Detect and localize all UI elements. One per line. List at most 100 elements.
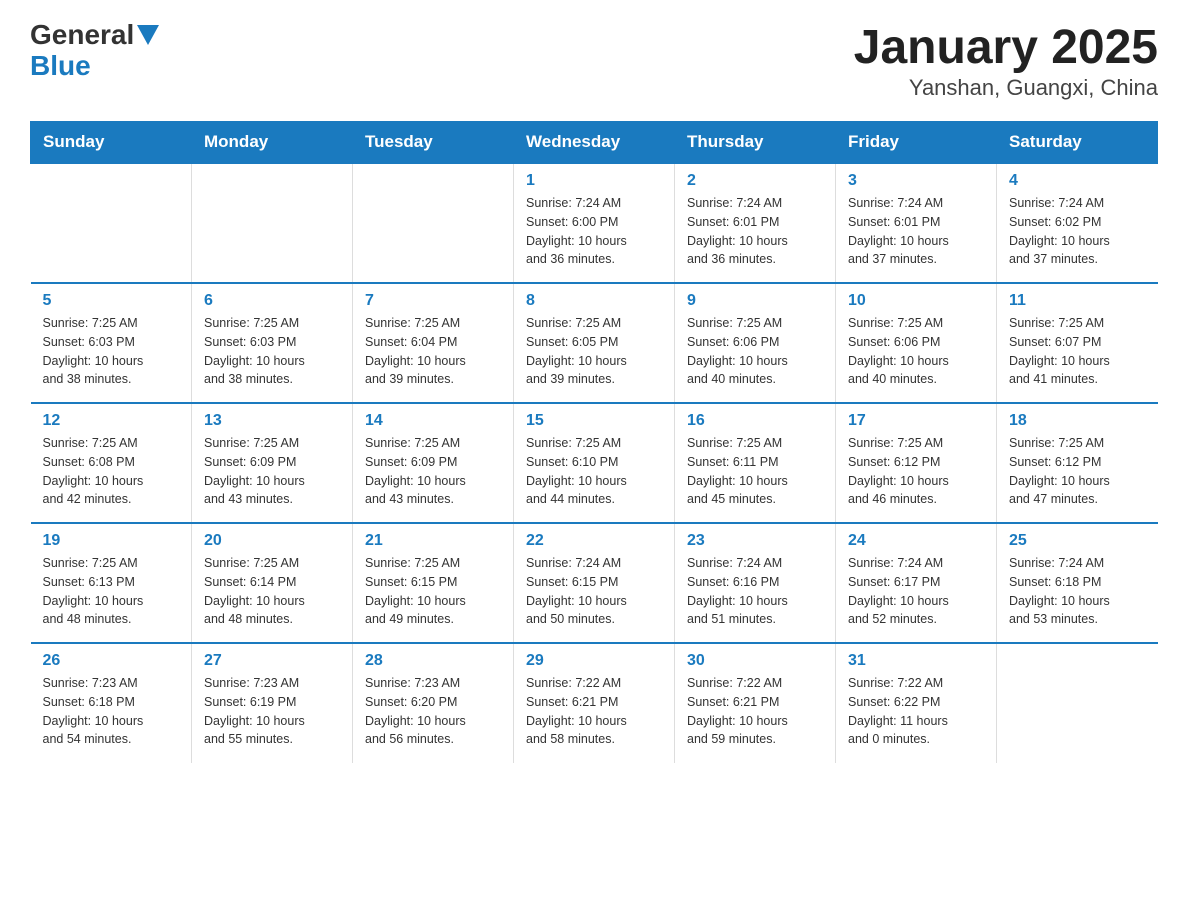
logo-triangle-icon — [137, 25, 159, 45]
calendar-week-2: 5Sunrise: 7:25 AM Sunset: 6:03 PM Daylig… — [31, 283, 1158, 403]
calendar-cell — [31, 163, 192, 283]
day-info: Sunrise: 7:25 AM Sunset: 6:12 PM Dayligh… — [1009, 434, 1146, 509]
calendar-week-1: 1 Sunrise: 7:24 AM Sunset: 6:00 PM Daylig… — [31, 163, 1158, 283]
calendar-week-5: 26Sunrise: 7:23 AM Sunset: 6:18 PM Dayli… — [31, 643, 1158, 763]
day-info: Sunrise: 7:25 AM Sunset: 6:07 PM Dayligh… — [1009, 314, 1146, 389]
day-info: Sunrise: 7:24 AM Sunset: 6:17 PM Dayligh… — [848, 554, 984, 629]
calendar-cell: 14Sunrise: 7:25 AM Sunset: 6:09 PM Dayli… — [353, 403, 514, 523]
day-number: 2 — [687, 172, 823, 190]
calendar-cell: 6 Sunrise: 7:25 AM Sunset: 6:03 PM Daylig… — [192, 283, 353, 403]
day-header-sunday: Sunday — [31, 122, 192, 164]
day-number: 25 — [1009, 532, 1146, 550]
day-number: 17 — [848, 412, 984, 430]
day-header-monday: Monday — [192, 122, 353, 164]
day-number: 6 — [204, 292, 340, 310]
day-header-row: SundayMondayTuesdayWednesdayThursdayFrid… — [31, 122, 1158, 164]
day-info: Sunrise: 7:25 AM Sunset: 6:14 PM Dayligh… — [204, 554, 340, 629]
day-info: Sunrise: 7:24 AM Sunset: 6:16 PM Dayligh… — [687, 554, 823, 629]
day-number: 15 — [526, 412, 662, 430]
calendar-cell: 29 Sunrise: 7:22 AM Sunset: 6:21 PM Dayli… — [514, 643, 675, 763]
day-header-saturday: Saturday — [997, 122, 1158, 164]
calendar-week-4: 19 Sunrise: 7:25 AM Sunset: 6:13 PM Dayli… — [31, 523, 1158, 643]
day-info: Sunrise: 7:25 AM Sunset: 6:06 PM Dayligh… — [848, 314, 984, 389]
day-number: 11 — [1009, 292, 1146, 310]
calendar-cell: 19 Sunrise: 7:25 AM Sunset: 6:13 PM Dayli… — [31, 523, 192, 643]
day-number: 13 — [204, 412, 340, 430]
day-number: 22 — [526, 532, 662, 550]
day-info: Sunrise: 7:24 AM Sunset: 6:02 PM Dayligh… — [1009, 194, 1146, 269]
calendar-cell: 20 Sunrise: 7:25 AM Sunset: 6:14 PM Dayli… — [192, 523, 353, 643]
day-header-wednesday: Wednesday — [514, 122, 675, 164]
day-number: 31 — [848, 652, 984, 670]
calendar-cell: 26Sunrise: 7:23 AM Sunset: 6:18 PM Dayli… — [31, 643, 192, 763]
day-number: 28 — [365, 652, 501, 670]
day-info: Sunrise: 7:25 AM Sunset: 6:13 PM Dayligh… — [43, 554, 180, 629]
day-number: 16 — [687, 412, 823, 430]
day-number: 3 — [848, 172, 984, 190]
day-number: 10 — [848, 292, 984, 310]
calendar-cell: 25 Sunrise: 7:24 AM Sunset: 6:18 PM Dayli… — [997, 523, 1158, 643]
calendar-cell: 31 Sunrise: 7:22 AM Sunset: 6:22 PM Dayli… — [836, 643, 997, 763]
calendar-cell: 18Sunrise: 7:25 AM Sunset: 6:12 PM Dayli… — [997, 403, 1158, 523]
day-info: Sunrise: 7:22 AM Sunset: 6:22 PM Dayligh… — [848, 674, 984, 749]
calendar-cell: 5Sunrise: 7:25 AM Sunset: 6:03 PM Daylig… — [31, 283, 192, 403]
day-number: 26 — [43, 652, 180, 670]
day-number: 4 — [1009, 172, 1146, 190]
calendar-cell: 23 Sunrise: 7:24 AM Sunset: 6:16 PM Dayli… — [675, 523, 836, 643]
calendar-cell — [192, 163, 353, 283]
calendar-cell: 27Sunrise: 7:23 AM Sunset: 6:19 PM Dayli… — [192, 643, 353, 763]
calendar-header: SundayMondayTuesdayWednesdayThursdayFrid… — [31, 122, 1158, 164]
day-number: 7 — [365, 292, 501, 310]
day-number: 1 — [526, 172, 662, 190]
calendar-cell — [353, 163, 514, 283]
calendar-cell: 28 Sunrise: 7:23 AM Sunset: 6:20 PM Dayli… — [353, 643, 514, 763]
day-info: Sunrise: 7:24 AM Sunset: 6:00 PM Dayligh… — [526, 194, 662, 269]
logo-general: General — [30, 20, 134, 51]
calendar-cell: 30Sunrise: 7:22 AM Sunset: 6:21 PM Dayli… — [675, 643, 836, 763]
day-number: 9 — [687, 292, 823, 310]
calendar-cell: 17Sunrise: 7:25 AM Sunset: 6:12 PM Dayli… — [836, 403, 997, 523]
calendar-cell: 11 Sunrise: 7:25 AM Sunset: 6:07 PM Dayli… — [997, 283, 1158, 403]
day-number: 30 — [687, 652, 823, 670]
day-number: 19 — [43, 532, 180, 550]
day-info: Sunrise: 7:25 AM Sunset: 6:09 PM Dayligh… — [204, 434, 340, 509]
day-info: Sunrise: 7:24 AM Sunset: 6:18 PM Dayligh… — [1009, 554, 1146, 629]
day-header-tuesday: Tuesday — [353, 122, 514, 164]
calendar-cell: 16 Sunrise: 7:25 AM Sunset: 6:11 PM Dayli… — [675, 403, 836, 523]
logo: General Blue — [30, 20, 159, 82]
day-number: 23 — [687, 532, 823, 550]
calendar-cell: 24 Sunrise: 7:24 AM Sunset: 6:17 PM Dayli… — [836, 523, 997, 643]
calendar-title: January 2025 — [854, 20, 1158, 75]
calendar-cell: 15Sunrise: 7:25 AM Sunset: 6:10 PM Dayli… — [514, 403, 675, 523]
day-number: 14 — [365, 412, 501, 430]
day-info: Sunrise: 7:24 AM Sunset: 6:01 PM Dayligh… — [848, 194, 984, 269]
day-info: Sunrise: 7:25 AM Sunset: 6:04 PM Dayligh… — [365, 314, 501, 389]
calendar-cell: 12Sunrise: 7:25 AM Sunset: 6:08 PM Dayli… — [31, 403, 192, 523]
day-info: Sunrise: 7:25 AM Sunset: 6:11 PM Dayligh… — [687, 434, 823, 509]
day-info: Sunrise: 7:22 AM Sunset: 6:21 PM Dayligh… — [526, 674, 662, 749]
calendar-cell: 10 Sunrise: 7:25 AM Sunset: 6:06 PM Dayli… — [836, 283, 997, 403]
day-info: Sunrise: 7:23 AM Sunset: 6:20 PM Dayligh… — [365, 674, 501, 749]
day-info: Sunrise: 7:25 AM Sunset: 6:05 PM Dayligh… — [526, 314, 662, 389]
page-header: General Blue January 2025 Yanshan, Guang… — [30, 20, 1158, 101]
day-header-thursday: Thursday — [675, 122, 836, 164]
day-info: Sunrise: 7:24 AM Sunset: 6:01 PM Dayligh… — [687, 194, 823, 269]
day-header-friday: Friday — [836, 122, 997, 164]
calendar-cell: 3 Sunrise: 7:24 AM Sunset: 6:01 PM Daylig… — [836, 163, 997, 283]
day-info: Sunrise: 7:25 AM Sunset: 6:08 PM Dayligh… — [43, 434, 180, 509]
day-number: 20 — [204, 532, 340, 550]
calendar-cell — [997, 643, 1158, 763]
day-info: Sunrise: 7:25 AM Sunset: 6:03 PM Dayligh… — [43, 314, 180, 389]
title-block: January 2025 Yanshan, Guangxi, China — [854, 20, 1158, 101]
calendar-cell: 1 Sunrise: 7:24 AM Sunset: 6:00 PM Daylig… — [514, 163, 675, 283]
calendar-table: SundayMondayTuesdayWednesdayThursdayFrid… — [30, 121, 1158, 763]
day-info: Sunrise: 7:25 AM Sunset: 6:03 PM Dayligh… — [204, 314, 340, 389]
calendar-cell: 7 Sunrise: 7:25 AM Sunset: 6:04 PM Daylig… — [353, 283, 514, 403]
calendar-cell: 4 Sunrise: 7:24 AM Sunset: 6:02 PM Daylig… — [997, 163, 1158, 283]
calendar-body: 1 Sunrise: 7:24 AM Sunset: 6:00 PM Daylig… — [31, 163, 1158, 763]
calendar-cell: 8 Sunrise: 7:25 AM Sunset: 6:05 PM Daylig… — [514, 283, 675, 403]
day-number: 8 — [526, 292, 662, 310]
calendar-cell: 2 Sunrise: 7:24 AM Sunset: 6:01 PM Daylig… — [675, 163, 836, 283]
day-number: 29 — [526, 652, 662, 670]
day-number: 24 — [848, 532, 984, 550]
